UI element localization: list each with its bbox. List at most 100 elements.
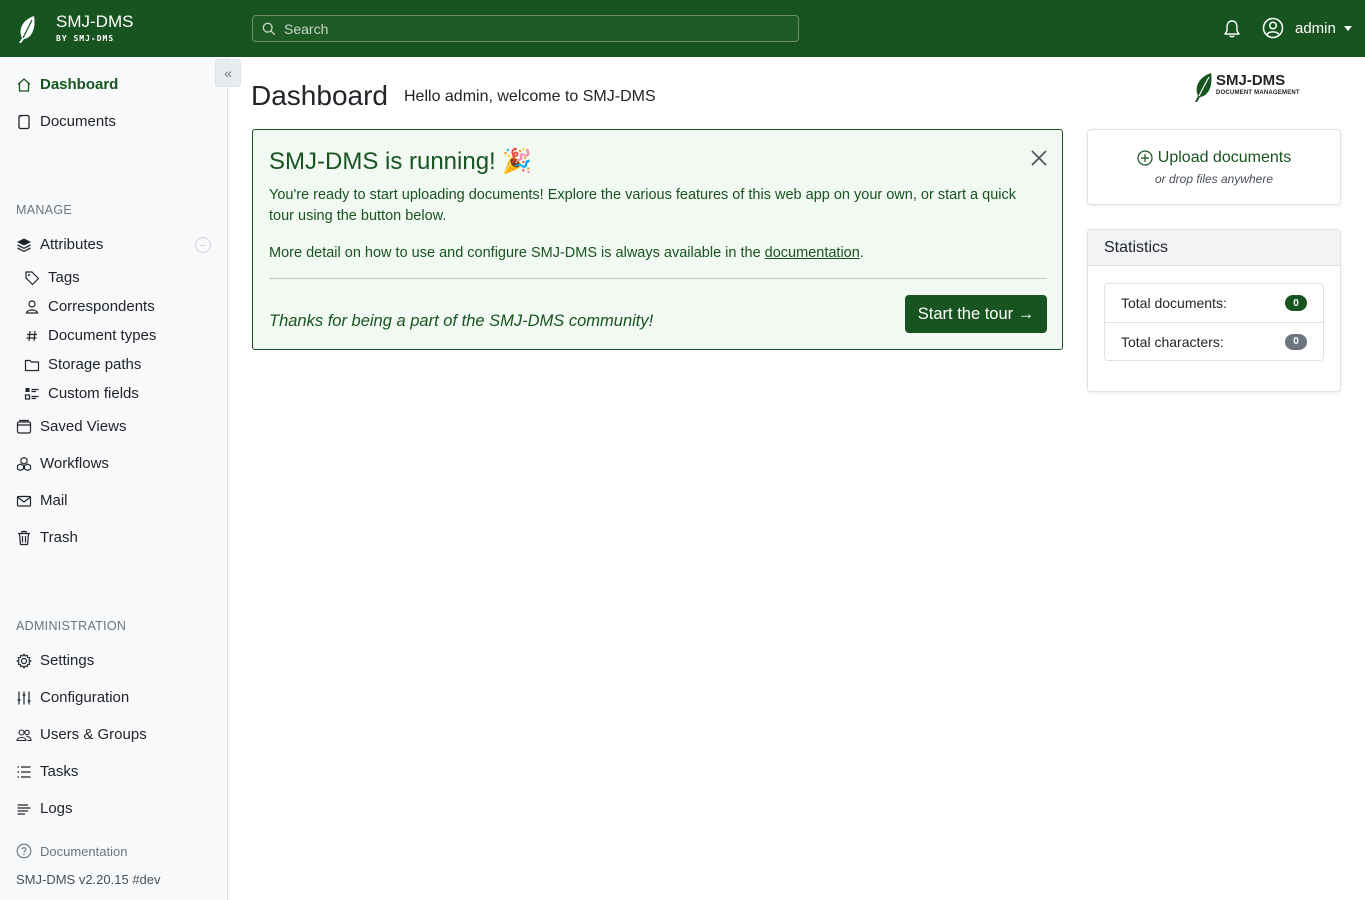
sidebar-item-label: Storage paths (48, 356, 142, 373)
sidebar-item-label: Trash (40, 529, 78, 546)
chevron-down-icon (1343, 25, 1352, 31)
sliders-icon (17, 691, 31, 704)
sidebar-item-trash[interactable]: Trash (16, 529, 78, 546)
text-lines-icon (17, 803, 31, 815)
leaf-logo-icon (1195, 73, 1212, 102)
sidebar-item-settings[interactable]: Settings (16, 652, 94, 669)
close-icon[interactable] (1030, 149, 1048, 167)
documentation-label: Documentation (40, 843, 128, 859)
stat-label: Total characters: (1121, 333, 1224, 350)
search-icon (262, 22, 276, 35)
app-logo: SMJ-DMS DOCUMENT MANAGEMENT (1192, 72, 1312, 104)
layers-icon (17, 238, 31, 252)
search-box[interactable] (252, 15, 799, 42)
sidebar-item-label: Configuration (40, 689, 130, 706)
folder-icon (24, 359, 40, 371)
top-navbar: SMJ-DMS BY SMJ-DMS admin (0, 0, 1365, 57)
sidebar-item-document-types[interactable]: Document types (24, 327, 156, 344)
sidebar-item-tags[interactable]: Tags (24, 269, 80, 286)
sidebar-item-users-groups[interactable]: Users & Groups (16, 726, 147, 743)
attributes-collapse-toggle[interactable] (195, 237, 211, 253)
sidebar-item-label: Users & Groups (40, 726, 147, 743)
plus-circle-icon (1137, 150, 1153, 166)
user-menu[interactable]: admin (1262, 17, 1352, 39)
upload-subtitle: or drop files anywhere (1154, 172, 1274, 186)
sidebar-item-custom-fields[interactable]: Custom fields (24, 385, 139, 402)
sidebar-item-saved-views[interactable]: Saved Views (16, 418, 126, 435)
search-input[interactable] (284, 20, 784, 37)
window-icon (16, 419, 32, 434)
bell-icon[interactable] (1222, 19, 1242, 39)
sidebar-item-logs[interactable]: Logs (16, 800, 73, 817)
envelope-icon (16, 495, 32, 507)
sidebar-item-configuration[interactable]: Configuration (16, 689, 129, 706)
alert-title: SMJ-DMS is running! 🎉 (269, 148, 533, 175)
welcome-alert: SMJ-DMS is running! 🎉 You're ready to st… (252, 129, 1063, 350)
logo-subtitle: DOCUMENT MANAGEMENT (1216, 90, 1300, 96)
upload-widget[interactable]: Upload documents or drop files anywhere (1087, 129, 1341, 205)
people-icon (16, 728, 32, 741)
tasks-icon (17, 765, 31, 778)
hash-icon (26, 330, 37, 341)
stat-label: Total documents: (1121, 295, 1227, 311)
sidebar-item-tasks[interactable]: Tasks (16, 763, 78, 780)
sidebar-item-label: Saved Views (40, 418, 127, 435)
sidebar-item-documents[interactable]: Documents (16, 113, 116, 130)
alert-intro-text: You're ready to start uploading document… (269, 187, 1016, 224)
boxes-icon (16, 456, 32, 471)
house-icon (17, 77, 31, 92)
statistics-list: Total documents: 0 Total characters: 0 (1104, 283, 1324, 361)
documentation-link[interactable]: Documentation (16, 843, 127, 859)
sidebar-item-storage-paths[interactable]: Storage paths (24, 356, 141, 373)
alert-thanks-text: Thanks for being a part of the SMJ-DMS c… (269, 312, 654, 330)
user-name: admin (1295, 19, 1336, 37)
sidebar-item-label: Settings (40, 652, 95, 669)
trash-icon (18, 530, 30, 545)
leaf-logo-icon (19, 16, 35, 43)
sidebar-item-label: Document types (48, 327, 157, 344)
alert-detail-suffix: . (859, 245, 864, 261)
gear-icon (16, 652, 32, 669)
sidebar-collapse-button[interactable]: « (215, 59, 241, 87)
sidebar-item-label: Workflows (40, 455, 109, 472)
stat-total-documents[interactable]: Total documents: 0 (1105, 284, 1323, 322)
sidebar-item-correspondents[interactable]: Correspondents (24, 298, 155, 315)
sidebar-item-label: Logs (40, 800, 73, 817)
logo-name: SMJ-DMS (1216, 72, 1286, 89)
stat-total-characters: Total characters: 0 (1105, 322, 1323, 360)
version-text: SMJ-DMS v2.20.15 #dev (16, 872, 161, 887)
section-title-manage: MANAGE (16, 203, 72, 217)
chevron-double-left-icon: « (224, 65, 232, 81)
sidebar-item-attributes[interactable]: Attributes (16, 236, 103, 253)
page-title: Dashboard (251, 80, 388, 111)
sidebar-item-label: Mail (40, 492, 68, 509)
sidebar-item-label: Custom fields (48, 385, 139, 402)
sidebar-item-label: Tags (48, 269, 80, 286)
person-icon (25, 299, 39, 314)
stat-badge: 0 (1285, 295, 1307, 311)
sidebar-item-label: Documents (40, 113, 116, 130)
sidebar-item-label: Correspondents (48, 298, 155, 315)
user-circle-icon (1262, 17, 1284, 39)
sidebar-item-label: Attributes (40, 236, 104, 253)
sidebar-item-dashboard[interactable]: Dashboard (16, 76, 118, 93)
statistics-header: Statistics (1088, 230, 1340, 266)
brand-link[interactable]: SMJ-DMS BY SMJ-DMS (16, 12, 133, 44)
start-tour-button[interactable]: Start the tour → (905, 295, 1047, 333)
sidebar-item-workflows[interactable]: Workflows (16, 455, 109, 472)
alert-detail-prefix: More detail on how to use and configure … (269, 245, 765, 261)
sidebar-item-mail[interactable]: Mail (16, 492, 68, 509)
statistics-widget: Statistics Total documents: 0 Total char… (1087, 229, 1341, 392)
section-title-administration: ADMINISTRATION (16, 619, 127, 633)
brand-name: SMJ-DMS (56, 12, 134, 31)
list-icon (24, 387, 39, 400)
upload-documents-button[interactable]: Upload documents (1088, 149, 1340, 167)
sidebar: Dashboard Documents MANAGE Attributes Ta… (0, 57, 228, 900)
welcome-message: Hello admin, welcome to SMJ-DMS (404, 88, 656, 105)
documentation-inline-link[interactable]: documentation (765, 245, 860, 261)
sidebar-item-label: Tasks (40, 763, 79, 780)
tag-icon (25, 270, 40, 285)
alert-detail-text: More detail on how to use and configure … (269, 243, 1039, 264)
upload-title: Upload documents (1157, 149, 1292, 166)
alert-divider (269, 278, 1047, 279)
